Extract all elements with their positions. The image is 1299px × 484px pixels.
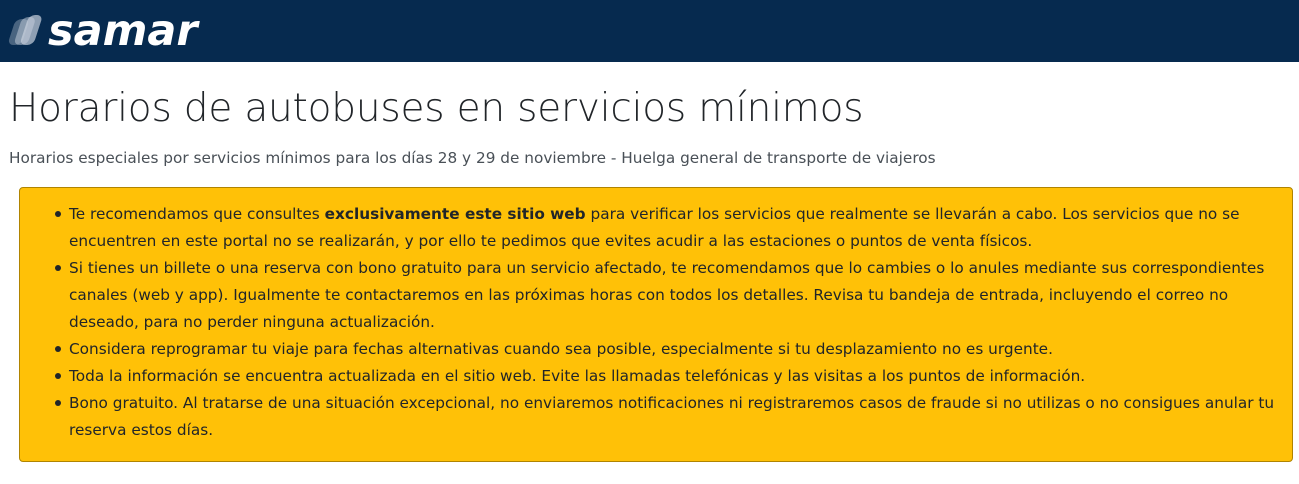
notice-item: Bono gratuito. Al tratarse de una situac… (20, 390, 1282, 444)
notice-item: Te recomendamos que consultes exclusivam… (20, 201, 1282, 255)
logo-wordmark: samar (48, 9, 200, 51)
samar-logo[interactable]: samar (8, 9, 223, 51)
notice-bold-text: exclusivamente este sitio web (324, 205, 586, 223)
notice-item: Toda la información se encuentra actuali… (20, 363, 1282, 390)
notice-item: Si tienes un billete o una reserva con b… (20, 255, 1282, 336)
warning-alert: Te recomendamos que consultes exclusivam… (19, 187, 1293, 462)
samar-logo-graphic: samar (8, 9, 200, 51)
notice-item: Considera reprogramar tu viaje para fech… (20, 336, 1282, 363)
site-header: samar (0, 0, 1299, 62)
notice-list: Te recomendamos que consultes exclusivam… (20, 201, 1282, 444)
page-subtitle: Horarios especiales por servicios mínimo… (9, 149, 936, 167)
page-title: Horarios de autobuses en servicios mínim… (9, 86, 864, 131)
